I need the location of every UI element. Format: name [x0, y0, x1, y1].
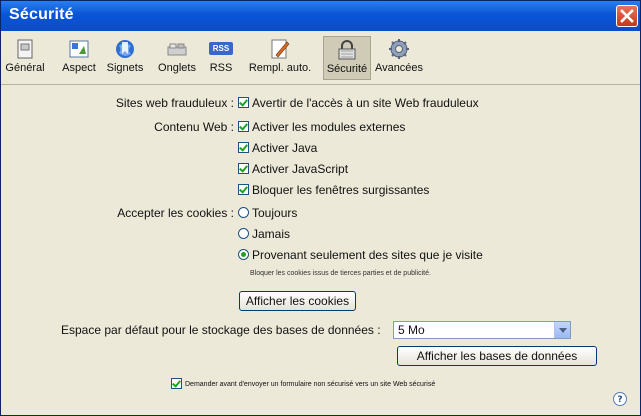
cookies-always-text: Toujours [252, 206, 298, 220]
enable-java-checkbox[interactable]: Activer Java [238, 139, 317, 157]
web-content-label: Contenu Web : [154, 120, 234, 134]
general-icon [13, 38, 37, 60]
checkbox[interactable] [238, 121, 249, 133]
show-cookies-button[interactable]: Afficher les cookies [239, 291, 356, 311]
rss-icon: RSS [209, 38, 233, 60]
autofill-icon [268, 38, 292, 60]
show-databases-button[interactable]: Afficher les bases de données [397, 346, 597, 366]
checkbox[interactable] [171, 377, 182, 389]
enable-plugins-text: Activer les modules externes [252, 120, 406, 134]
fraud-warning-checkbox[interactable]: Avertir de l'accès à un site Web fraudul… [238, 94, 479, 112]
cookies-always-radio[interactable]: Toujours [238, 204, 297, 222]
rss-badge: RSS [209, 42, 233, 55]
tab-aspect[interactable]: Aspect [59, 36, 99, 80]
tab-autofill-label: Rempl. auto. [248, 62, 312, 74]
radio[interactable] [238, 207, 249, 219]
preferences-toolbar: Général Aspect Signets Onglets RSS RSS R… [1, 32, 640, 85]
checkbox[interactable] [238, 142, 249, 154]
close-icon [620, 9, 634, 23]
checkbox[interactable] [238, 97, 249, 109]
tab-security[interactable]: Sécurité [323, 36, 371, 80]
tab-general[interactable]: Général [5, 36, 45, 80]
tab-security-label: Sécurité [326, 63, 368, 75]
cookies-note: Bloquer les cookies issus de tierces par… [250, 270, 431, 277]
fraud-label: Sites web frauduleux : [115, 96, 234, 110]
tab-bookmarks[interactable]: Signets [102, 36, 148, 80]
tab-rss-label: RSS [209, 62, 233, 74]
block-popups-checkbox[interactable]: Bloquer les fenêtres surgissantes [238, 181, 429, 199]
tab-rss[interactable]: RSS RSS [205, 36, 237, 80]
aspect-icon [67, 38, 91, 60]
tab-general-label: Général [5, 62, 45, 74]
title-bar[interactable]: Sécurité [1, 1, 640, 31]
fraud-warning-text: Avertir de l'accès à un site Web fraudul… [252, 96, 479, 110]
enable-javascript-checkbox[interactable]: Activer JavaScript [238, 160, 348, 178]
block-popups-text: Bloquer les fenêtres surgissantes [252, 183, 430, 197]
cookies-visited-text: Provenant seulement des sites que je vis… [252, 248, 483, 262]
tab-tabs[interactable]: Onglets [153, 36, 201, 80]
close-button[interactable] [616, 5, 638, 27]
secure-form-text: Demander avant d'envoyer un formulaire n… [185, 381, 436, 388]
security-panel: Sites web frauduleux : Avertir de l'accè… [1, 85, 640, 415]
tab-autofill[interactable]: Rempl. auto. [242, 36, 318, 80]
tab-aspect-label: Aspect [62, 62, 96, 74]
tab-bookmarks-label: Signets [106, 62, 144, 74]
radio[interactable] [238, 228, 249, 240]
tab-advanced-label: Avancées [374, 62, 424, 74]
enable-javascript-text: Activer JavaScript [252, 162, 349, 176]
cookies-never-text: Jamais [252, 227, 291, 241]
chevron-down-icon[interactable] [554, 322, 570, 338]
window-title: Sécurité [9, 6, 74, 23]
checkbox[interactable] [238, 184, 249, 196]
bookmarks-icon [113, 38, 137, 60]
radio[interactable] [238, 249, 249, 261]
gear-icon [387, 38, 411, 60]
tab-tabs-label: Onglets [158, 62, 196, 74]
tab-advanced[interactable]: Avancées [374, 36, 424, 80]
enable-plugins-checkbox[interactable]: Activer les modules externes [238, 118, 405, 136]
lock-icon [335, 39, 359, 61]
database-size-select[interactable]: 5 Mo [393, 321, 571, 339]
database-storage-label: Espace par défaut pour le stockage des b… [61, 323, 381, 337]
cookies-label: Accepter les cookies : [117, 206, 234, 220]
cookies-visited-radio[interactable]: Provenant seulement des sites que je vis… [238, 246, 483, 264]
preferences-window: Sécurité Général Aspect Signets Onglets … [0, 0, 641, 416]
cookies-never-radio[interactable]: Jamais [238, 225, 290, 243]
tabs-icon [165, 38, 189, 60]
enable-java-text: Activer Java [252, 141, 318, 155]
help-icon[interactable]: ? [613, 392, 627, 406]
checkbox[interactable] [238, 163, 249, 175]
database-size-value: 5 Mo [398, 323, 425, 337]
secure-form-checkbox[interactable]: Demander avant d'envoyer un formulaire n… [171, 376, 435, 394]
